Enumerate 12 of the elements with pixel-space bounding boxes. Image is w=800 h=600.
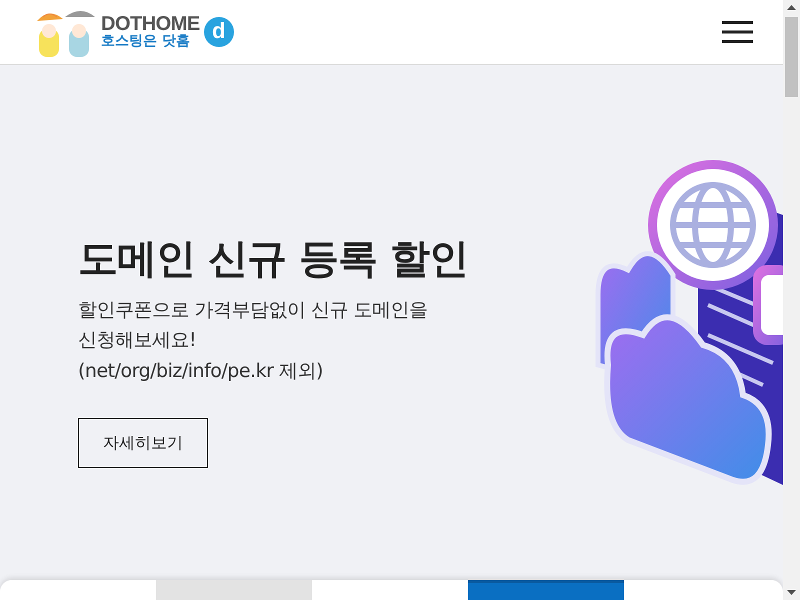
logo-mark: d [204,17,234,47]
section-tab[interactable] [624,580,780,600]
logo-name: DOTHOME [101,14,200,34]
menu-icon[interactable] [722,21,753,43]
hero-title: 도메인 신규 등록 할인 [78,235,469,283]
details-button[interactable]: 자세히보기 [78,418,208,468]
logo-tagline: 호스팅은 닷홈 [101,34,191,50]
hero-description: 할인쿠폰으로 가격부담없이 신규 도메인을 신청해보세요! (net/org/biz/info/pe.kr 제외) [78,298,429,384]
section-tab[interactable] [468,580,624,600]
section-tab[interactable] [0,580,156,600]
section-tab[interactable] [312,580,468,600]
section-tab[interactable] [156,580,312,600]
